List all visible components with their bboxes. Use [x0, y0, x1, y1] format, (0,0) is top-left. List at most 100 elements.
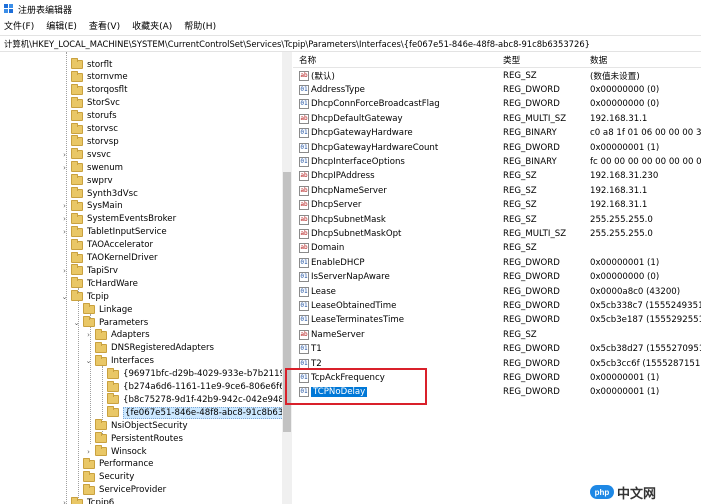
value-row[interactable]: 01 DhcpGatewayHardware REG_BINARY c0 a8 1f …: [293, 127, 701, 140]
tree-item[interactable]: DNSRegisteredAdapters: [84, 341, 214, 355]
value-row[interactable]: ab NameServer REG_SZ: [293, 328, 701, 341]
value-row[interactable]: 01 LeaseTerminatesTime REG_DWORD 0x5cb3e187…: [293, 314, 701, 327]
tree-item[interactable]: storvsp: [60, 135, 119, 148]
chevron-right-icon[interactable]: ›: [60, 202, 69, 210]
menu-view[interactable]: 查看(V): [89, 19, 120, 32]
tree-item[interactable]: storflt: [60, 58, 112, 71]
menu-file[interactable]: 文件(F): [4, 19, 34, 32]
folder-icon: [71, 135, 83, 147]
tree-item[interactable]: › Tcpip6: [60, 496, 114, 504]
chevron-right-icon[interactable]: ›: [60, 228, 69, 236]
tree-item[interactable]: Linkage: [72, 303, 132, 316]
tree-item[interactable]: › SystemEventsBroker: [60, 212, 176, 226]
chevron-down-icon[interactable]: ⌄: [72, 319, 81, 327]
value-row[interactable]: ab Domain REG_SZ: [293, 242, 701, 255]
tree-item[interactable]: › TabletInputService: [60, 225, 167, 239]
value-row[interactable]: ab DhcpSubnetMask REG_SZ 255.255.255.0: [293, 213, 701, 226]
binary-value-icon: 01: [299, 300, 309, 311]
value-name: NameServer: [311, 329, 365, 340]
value-type: REG_DWORD: [503, 358, 560, 369]
tree-item[interactable]: › swenum: [60, 161, 123, 174]
value-type: REG_DWORD: [503, 344, 560, 355]
tree-item[interactable]: › Winsock: [84, 445, 147, 458]
value-row[interactable]: 01 LeaseObtainedTime REG_DWORD 0x5cb338c7 (…: [293, 299, 701, 312]
chevron-right-icon[interactable]: ›: [84, 331, 93, 339]
tree-item[interactable]: › Adapters: [84, 328, 150, 342]
string-value-icon: ab: [299, 214, 309, 225]
value-row[interactable]: 01 DhcpInterfaceOptions REG_BINARY fc 00 00…: [293, 155, 701, 168]
value-data: 255.255.255.0: [590, 228, 653, 239]
value-data: 0x00000001 (1): [590, 387, 660, 398]
column-type[interactable]: 类型: [503, 54, 520, 66]
tree-item[interactable]: Security: [72, 470, 135, 484]
value-row[interactable]: ab DhcpNameServer REG_SZ 192.168.31.1: [293, 184, 701, 197]
tree-item[interactable]: {b274a6d6-1161-11e9-9ce6-806e6f6e6963}: [96, 380, 291, 394]
column-data[interactable]: 数据: [590, 54, 607, 66]
chevron-down-icon[interactable]: ⌄: [84, 357, 93, 365]
key-tree[interactable]: storflt stornvme storqosflt StorSvc storufs s…: [0, 52, 292, 504]
value-name: T1: [311, 344, 322, 355]
value-name: (默认): [311, 71, 335, 82]
tree-item[interactable]: › SysMain: [60, 199, 123, 213]
value-row[interactable]: ab (默认) REG_SZ (数值未设置): [293, 69, 701, 82]
value-data: 192.168.31.1: [590, 185, 648, 196]
tree-scrollbar[interactable]: [282, 52, 292, 504]
tree-item-label: {fe067e51-846e-48f8-abc8-91c8b6353726}: [123, 406, 291, 419]
menu-help[interactable]: 帮助(H): [184, 19, 216, 32]
chevron-down-icon[interactable]: ⌄: [60, 293, 69, 301]
value-row[interactable]: ab DhcpIPAddress REG_SZ 192.168.31.230: [293, 170, 701, 183]
tree-item[interactable]: NsiObjectSecurity: [84, 419, 188, 432]
value-row[interactable]: 01 DhcpConnForceBroadcastFlag REG_DWORD 0x0…: [293, 98, 701, 111]
value-data: 0x00000000 (0): [590, 272, 660, 283]
chevron-right-icon[interactable]: ›: [60, 164, 69, 172]
tree-item[interactable]: {96971bfc-d29b-4029-933e-b7b21191e3a9}: [96, 367, 291, 381]
value-row[interactable]: 01 AddressType REG_DWORD 0x00000000 (0): [293, 83, 701, 96]
value-row[interactable]: 01 EnableDHCP REG_DWORD 0x00000001 (1): [293, 256, 701, 269]
value-row[interactable]: ab DhcpSubnetMaskOpt REG_MULTI_SZ 255.255.2…: [293, 227, 701, 240]
value-row[interactable]: 01 IsServerNapAware REG_DWORD 0x00000000 (0…: [293, 271, 701, 284]
tree-item[interactable]: storvsc: [60, 122, 118, 136]
chevron-right-icon[interactable]: ›: [60, 215, 69, 223]
tree-item[interactable]: ⌄ Interfaces: [84, 354, 154, 368]
tree-item[interactable]: ServiceProvider: [72, 483, 166, 497]
value-type: REG_DWORD: [503, 300, 560, 311]
menu-edit[interactable]: 编辑(E): [46, 19, 77, 32]
tree-item-label: Security: [99, 472, 135, 483]
tree-item[interactable]: ⌄ Parameters: [72, 316, 148, 329]
menu-favorites[interactable]: 收藏夹(A): [132, 19, 172, 32]
chevron-right-icon[interactable]: ›: [60, 151, 69, 159]
value-row[interactable]: ab DhcpServer REG_SZ 192.168.31.1: [293, 199, 701, 212]
tree-item[interactable]: {b8c75278-9d1f-42b9-942c-042e9480916d}: [96, 393, 291, 406]
address-bar[interactable]: 计算机\HKEY_LOCAL_MACHINE\SYSTEM\CurrentCon…: [0, 35, 701, 52]
tree-item[interactable]: ⌄ Tcpip: [60, 290, 109, 303]
binary-value-icon: 01: [299, 272, 309, 283]
folder-icon: [71, 496, 83, 504]
chevron-right-icon[interactable]: ›: [60, 499, 69, 504]
tree-item[interactable]: › TapiSrv: [60, 264, 118, 277]
tree-item[interactable]: TcHardWare: [60, 277, 138, 290]
value-row[interactable]: ab DhcpDefaultGateway REG_MULTI_SZ 192.168.…: [293, 112, 701, 125]
tree-item[interactable]: StorSvc: [60, 96, 120, 110]
tree-item[interactable]: TAOKernelDriver: [60, 251, 158, 265]
value-row[interactable]: 01 Lease REG_DWORD 0x0000a8c0 (43200): [293, 285, 701, 298]
tree-item[interactable]: storqosflt: [60, 83, 127, 97]
tree-item[interactable]: Performance: [72, 457, 153, 471]
chevron-right-icon[interactable]: ›: [60, 267, 69, 275]
tree-item[interactable]: storufs: [60, 109, 117, 123]
values-list[interactable]: 名称 类型 数据 ab (默认) REG_SZ (数值未设置) 01 AddressTyp…: [293, 52, 701, 504]
tree-item[interactable]: {fe067e51-846e-48f8-abc8-91c8b6353726}: [96, 406, 291, 419]
tree-item[interactable]: Synth3dVsc: [60, 187, 138, 200]
tree-item[interactable]: › svsvc: [60, 148, 111, 161]
value-row[interactable]: 01 DhcpGatewayHardwareCount REG_DWORD 0x000…: [293, 141, 701, 154]
chevron-right-icon[interactable]: ›: [84, 448, 93, 456]
tree-item[interactable]: TAOAccelerator: [60, 238, 153, 252]
tree-item[interactable]: PersistentRoutes: [84, 432, 183, 445]
value-row[interactable]: 01 T1 REG_DWORD 0x5cb38d27 (1555270951): [293, 343, 701, 356]
string-value-icon: ab: [299, 185, 309, 196]
regedit-icon: [4, 4, 14, 14]
column-name[interactable]: 名称: [299, 54, 316, 66]
value-type: REG_SZ: [503, 243, 537, 254]
tree-item[interactable]: swprv: [60, 174, 113, 187]
tree-item-label: storvsp: [87, 136, 119, 147]
tree-item[interactable]: stornvme: [60, 70, 128, 84]
